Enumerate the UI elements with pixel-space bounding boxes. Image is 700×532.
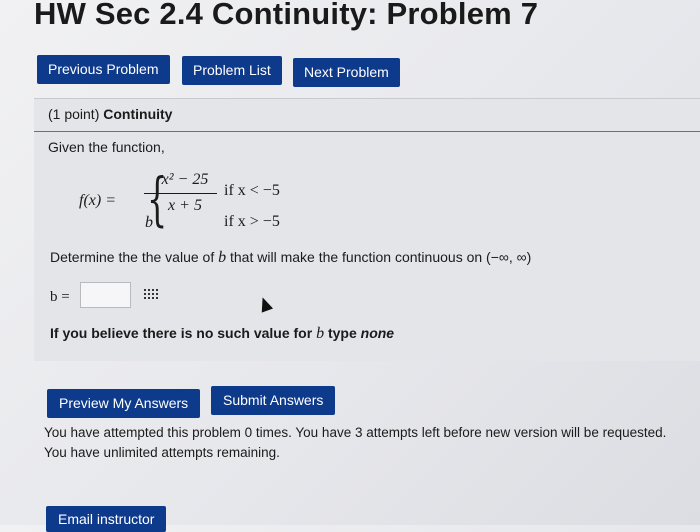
next-problem-button[interactable]: Next Problem	[293, 58, 400, 87]
problem-points: (1 point) Continuity	[48, 106, 172, 122]
points-label: (1 point)	[48, 106, 100, 122]
email-instructor-button[interactable]: Email instructor	[46, 506, 167, 532]
determine-var: b	[218, 249, 227, 266]
problem-panel: (1 point) Continuity Given the function,…	[34, 98, 700, 361]
given-text: Given the function,	[48, 139, 165, 155]
function-name: f(x) =	[79, 192, 116, 209]
submit-answers-button[interactable]: Submit Answers	[211, 386, 336, 415]
case2-value: b	[145, 214, 153, 231]
determine-text: Determine the the value of b that will m…	[50, 249, 531, 267]
fraction-denominator: x + 5	[168, 197, 202, 214]
none-instruction: If you believe there is no such value fo…	[50, 325, 394, 343]
cursor-icon	[256, 295, 274, 313]
condition-2: if x > −5	[224, 213, 280, 230]
believe-none: none	[360, 325, 395, 341]
condition-1: if x < −5	[224, 182, 280, 199]
fraction-numerator: x² − 25	[161, 171, 209, 188]
problem-list-button[interactable]: Problem List	[182, 56, 282, 85]
page-title: HW Sec 2.4 Continuity: Problem 7	[34, 0, 539, 31]
answer-label: b =	[50, 289, 70, 305]
determine-post: that will make the function continuous o…	[226, 249, 532, 265]
attempts-line-2: You have unlimited attempts remaining.	[44, 445, 280, 460]
determine-pre: Determine the the value of	[50, 249, 219, 265]
attempts-info: You have attempted this problem 0 times.…	[44, 423, 694, 463]
fraction-bar	[144, 193, 217, 194]
problem-topic: Continuity	[103, 106, 173, 122]
answer-input[interactable]	[80, 282, 131, 308]
believe-var: b	[316, 325, 325, 342]
believe-pre: If you believe there is no such value fo…	[50, 325, 317, 341]
problem-header: (1 point) Continuity	[34, 99, 700, 132]
grid-icon[interactable]	[144, 289, 158, 299]
believe-mid: type	[324, 325, 361, 341]
previous-problem-button[interactable]: Previous Problem	[37, 55, 170, 84]
attempts-line-1: You have attempted this problem 0 times.…	[44, 425, 667, 440]
preview-answers-button[interactable]: Preview My Answers	[47, 389, 201, 418]
